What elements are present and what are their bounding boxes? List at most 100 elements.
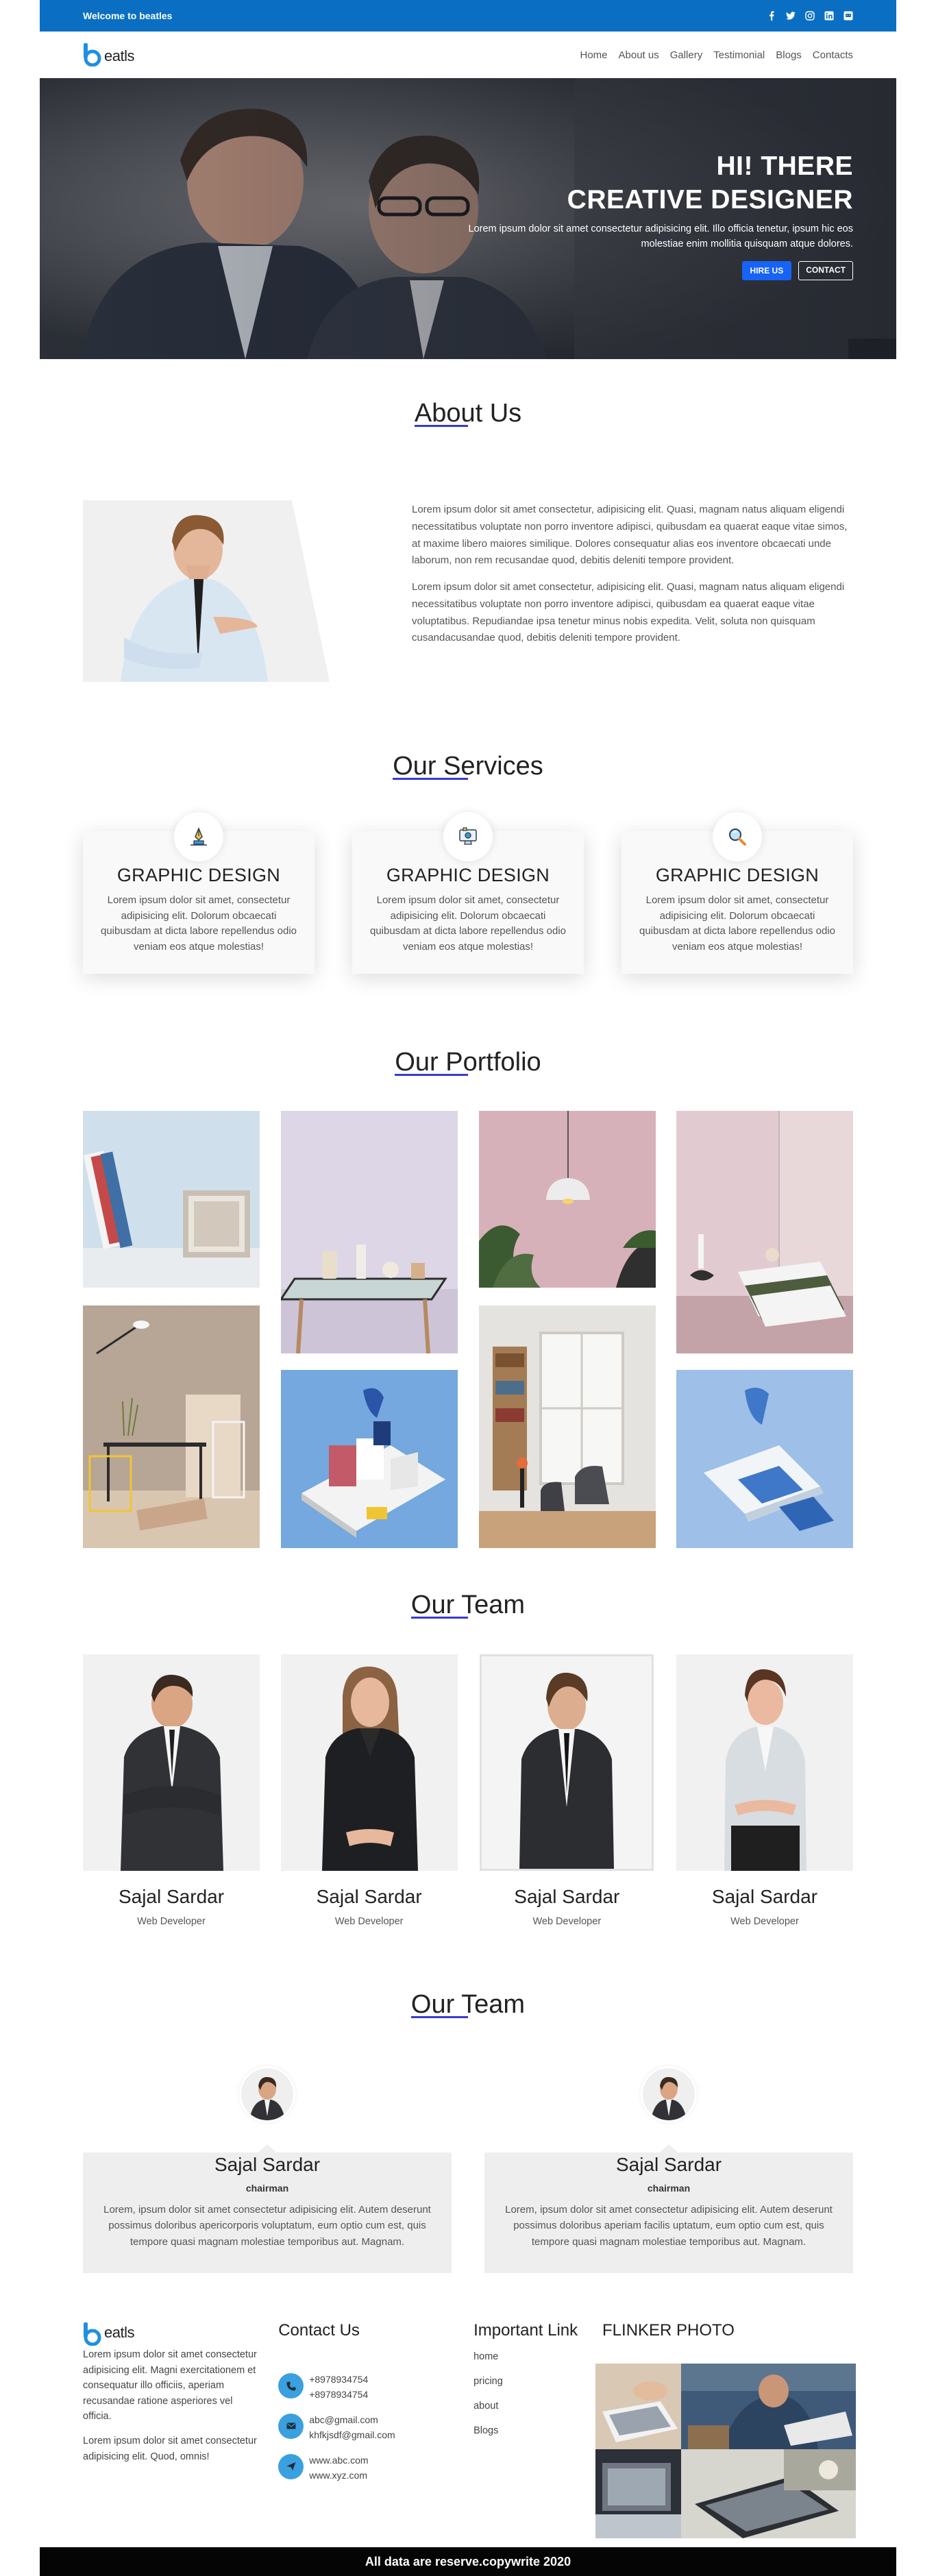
testimonial-name: Sajal Sardar bbox=[214, 2154, 321, 2175]
hero-text: HI! THERE CREATIVE DESIGNER Lorem ipsum … bbox=[428, 150, 853, 281]
footer-about: eatls Lorem ipsum dolor sit amet consect… bbox=[83, 2321, 258, 2547]
member-photo bbox=[676, 1654, 853, 1871]
testimonial-role: chairman bbox=[245, 2183, 289, 2194]
portfolio-item[interactable] bbox=[479, 1111, 656, 1288]
photo-thumb[interactable] bbox=[595, 2364, 682, 2449]
portfolio-title: Our Portfolio bbox=[395, 1048, 541, 1077]
service-card: GRAPHIC DESIGN Lorem ipsum dolor sit ame… bbox=[83, 812, 315, 974]
team-member: Sajal Sardar Web Developer bbox=[83, 1654, 260, 1927]
avatar bbox=[239, 2066, 295, 2122]
phone-icon bbox=[278, 2373, 304, 2399]
service-title: GRAPHIC DESIGN bbox=[655, 865, 820, 885]
footer-link-blogs[interactable]: Blogs bbox=[473, 2425, 602, 2436]
phone-1[interactable]: +8978934754 bbox=[309, 2372, 368, 2387]
footer-links-list: home pricing about Blogs bbox=[473, 2351, 602, 2436]
main-nav: eatls Home About us Gallery Testimonial … bbox=[40, 32, 896, 78]
portfolio-item[interactable] bbox=[479, 1305, 656, 1548]
section-title: Our Portfolio bbox=[40, 1048, 896, 1077]
nav-item-blogs[interactable]: Blogs bbox=[776, 49, 802, 61]
testimonial-card: Sajal Sardar chairman Lorem, ipsum dolor… bbox=[83, 2066, 452, 2273]
logo-mark-icon bbox=[83, 43, 103, 67]
section-title: Our Team bbox=[40, 1591, 896, 1620]
top-bar: Welcome to beatles bbox=[40, 0, 896, 32]
team-list: Sajal Sardar Web Developer Sajal Sardar … bbox=[40, 1654, 896, 1927]
service-text: Lorem ipsum dolor sit amet, consectetur … bbox=[100, 894, 297, 953]
nav-item-about[interactable]: About us bbox=[619, 49, 659, 61]
portfolio-item[interactable] bbox=[281, 1111, 458, 1353]
member-photo bbox=[280, 1654, 458, 1871]
about-photo bbox=[83, 500, 330, 682]
about-section: About Us Lorem ipsum dolor sit amet cons… bbox=[40, 399, 896, 682]
contact-button[interactable]: CONTACT bbox=[798, 261, 853, 281]
services-list: GRAPHIC DESIGN Lorem ipsum dolor sit ame… bbox=[40, 812, 896, 974]
service-title: GRAPHIC DESIGN bbox=[116, 865, 281, 885]
testimonial-box: Sajal Sardar chairman Lorem, ipsum dolor… bbox=[83, 2144, 452, 2273]
member-photo bbox=[83, 1654, 260, 1871]
hero-title-line1: HI! THERE bbox=[716, 151, 853, 181]
contact-phone: +8978934754 +8978934754 bbox=[278, 2372, 473, 2403]
phone-2[interactable]: +8978934754 bbox=[309, 2387, 368, 2402]
portfolio-grid bbox=[83, 1111, 853, 1548]
testimonial-name: Sajal Sardar bbox=[615, 2154, 722, 2175]
website-2[interactable]: www.xyz.com bbox=[309, 2468, 368, 2483]
nav-item-home[interactable]: Home bbox=[580, 49, 607, 61]
hire-us-button[interactable]: HIRE US bbox=[741, 261, 792, 281]
about-paragraph-1: Lorem ipsum dolor sit amet consectetur, … bbox=[412, 504, 848, 567]
testimonial-text: Lorem, ipsum dolor sit amet consectetur … bbox=[103, 2204, 431, 2248]
nav-item-contacts[interactable]: Contacts bbox=[813, 49, 853, 61]
footer-contact-title: Contact Us bbox=[278, 2321, 360, 2340]
photo-thumb[interactable] bbox=[595, 2449, 682, 2538]
footer-logo[interactable]: eatls bbox=[83, 2321, 258, 2346]
team-member: Sajal Sardar Web Developer bbox=[478, 1654, 655, 1927]
magnifier-icon bbox=[713, 812, 762, 861]
member-role: Web Developer bbox=[334, 1916, 404, 1927]
portfolio-item[interactable] bbox=[83, 1111, 260, 1288]
service-text: Lorem ipsum dolor sit amet, consectetur … bbox=[639, 894, 836, 953]
footer-photos: FLINKER PHOTO bbox=[595, 2321, 857, 2547]
facebook-icon[interactable] bbox=[767, 11, 776, 21]
nav-item-testimonial[interactable]: Testimonial bbox=[713, 49, 765, 61]
footer-about-paragraph-1: Lorem ipsum dolor sit amet consectetur a… bbox=[83, 2349, 257, 2422]
service-card: GRAPHIC DESIGN Lorem ipsum dolor sit ame… bbox=[352, 812, 584, 974]
team-title: Our Team bbox=[410, 1591, 526, 1619]
chat-icon[interactable] bbox=[843, 11, 853, 21]
logo[interactable]: eatls bbox=[83, 43, 134, 67]
about-content: Lorem ipsum dolor sit amet consectetur, … bbox=[40, 500, 896, 682]
monitor-icon bbox=[443, 812, 493, 861]
about-title: About Us bbox=[414, 399, 522, 428]
twitter-icon[interactable] bbox=[786, 11, 796, 21]
photo-grid bbox=[595, 2364, 857, 2538]
portfolio-item[interactable] bbox=[676, 1111, 853, 1353]
team-section: Our Team Sajal Sardar Web Developer Saja… bbox=[40, 1591, 896, 1927]
footer-about-paragraph-2: Lorem ipsum dolor sit amet consectetur a… bbox=[83, 2436, 257, 2462]
member-role: Web Developer bbox=[730, 1916, 799, 1927]
section-title: About Us bbox=[40, 399, 896, 428]
photo-thumb[interactable] bbox=[681, 2364, 857, 2449]
member-name: Sajal Sardar bbox=[118, 1886, 225, 1907]
hero-description: Lorem ipsum dolor sit amet consectetur a… bbox=[468, 223, 853, 249]
footer-link-pricing[interactable]: pricing bbox=[473, 2376, 602, 2387]
instagram-icon[interactable] bbox=[805, 11, 815, 21]
page: Welcome to beatles eatls Home About us G… bbox=[40, 0, 896, 2576]
about-paragraph-2: Lorem ipsum dolor sit amet consectetur, … bbox=[412, 581, 845, 644]
footer-link-about[interactable]: about bbox=[473, 2401, 602, 2412]
email-2[interactable]: khfkjsdf@gmail.com bbox=[309, 2427, 395, 2442]
email-1[interactable]: abc@gmail.com bbox=[309, 2412, 395, 2427]
portfolio-item[interactable] bbox=[83, 1305, 260, 1548]
portfolio-item[interactable] bbox=[676, 1370, 853, 1548]
testimonials-title: Our Team bbox=[410, 1990, 526, 2019]
website-1[interactable]: www.abc.com bbox=[309, 2453, 368, 2468]
footer-contact: Contact Us +8978934754 +8978934754 abc@g… bbox=[278, 2321, 473, 2547]
team-member: Sajal Sardar Web Developer bbox=[280, 1654, 458, 1927]
linkedin-icon[interactable] bbox=[824, 11, 834, 21]
nav-item-gallery[interactable]: Gallery bbox=[670, 49, 703, 61]
member-photo bbox=[480, 1654, 654, 1871]
portfolio-item[interactable] bbox=[281, 1370, 458, 1548]
testimonial-text: Lorem, ipsum dolor sit amet consectetur … bbox=[505, 2204, 833, 2248]
member-role: Web Developer bbox=[137, 1916, 206, 1927]
footer-link-home[interactable]: home bbox=[473, 2351, 602, 2362]
contact-website: www.abc.com www.xyz.com bbox=[278, 2453, 473, 2483]
logo-mark-icon bbox=[83, 2322, 103, 2346]
copyright-bar: All data are reserve.copywrite 2020 bbox=[40, 2547, 896, 2576]
photo-thumb[interactable] bbox=[681, 2449, 857, 2538]
